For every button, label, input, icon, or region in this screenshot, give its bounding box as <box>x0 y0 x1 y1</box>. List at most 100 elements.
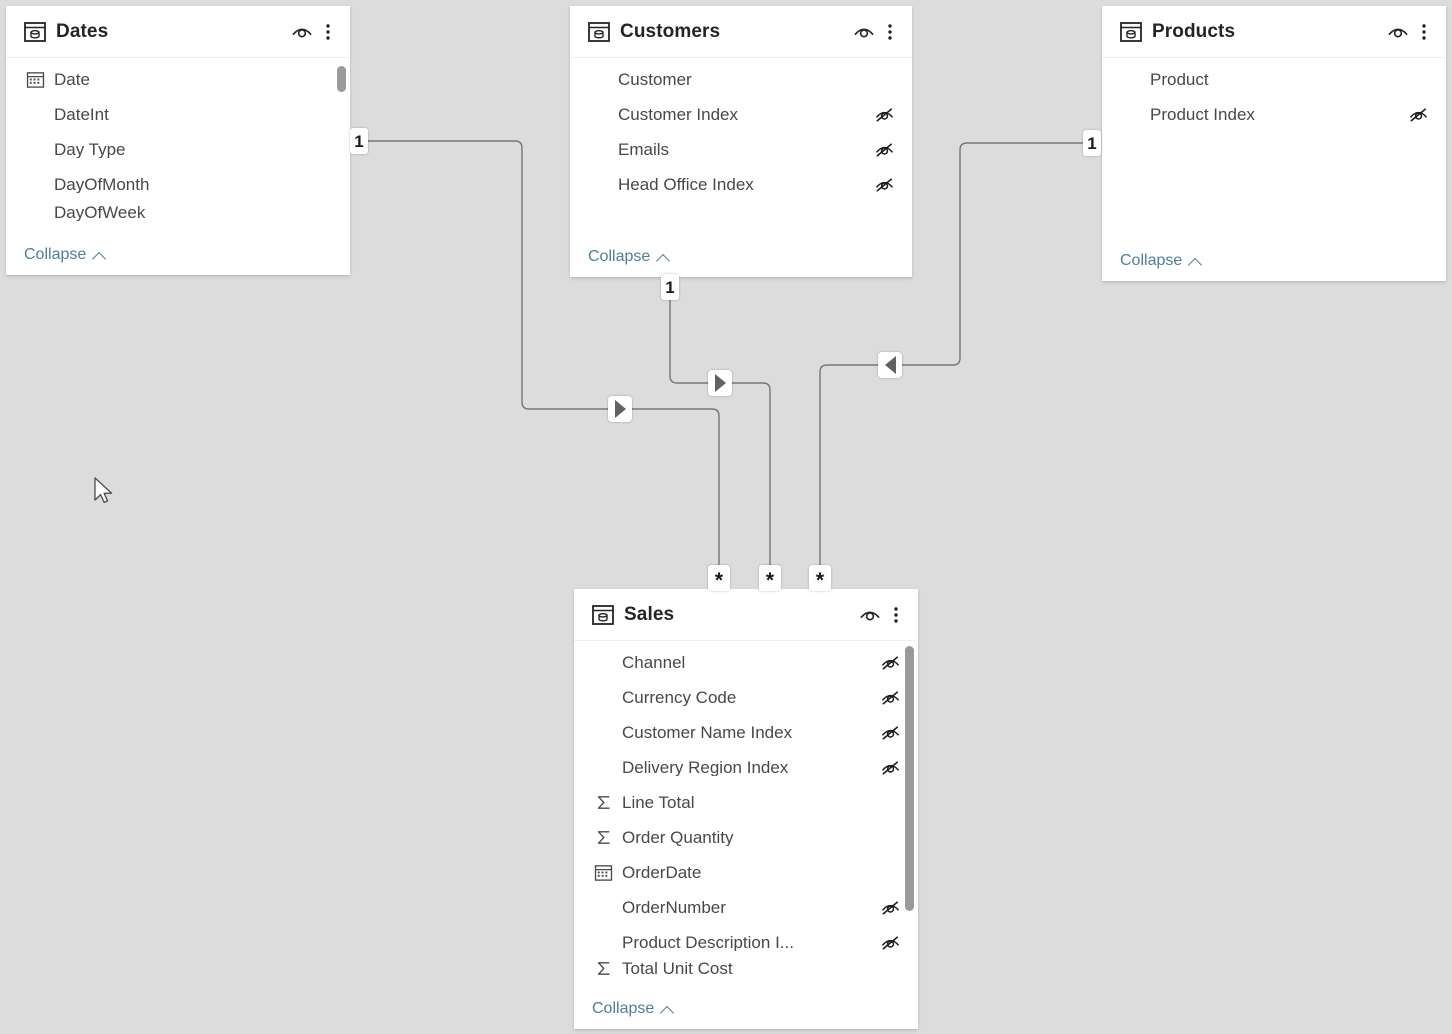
field-name: Total Unit Cost <box>622 960 733 976</box>
field-name: Line Total <box>622 794 695 811</box>
field-name: Product Index <box>1150 106 1255 123</box>
field-row[interactable]: Customer Index <box>570 97 912 132</box>
field-row[interactable]: Product <box>1102 62 1446 97</box>
relationship-line-customers-sales <box>669 296 771 570</box>
kebab-menu-icon[interactable] <box>886 601 906 629</box>
field-row[interactable]: DateInt <box>6 97 350 132</box>
field-name: OrderNumber <box>622 899 726 916</box>
table-footer-dates: Collapse <box>6 235 350 275</box>
model-view-canvas[interactable]: 1 1 1 * * * Dates Date DateInt Day Type … <box>0 0 1452 1034</box>
collapse-button-dates[interactable]: Collapse <box>24 247 106 263</box>
table-title-customers: Customers <box>620 20 721 42</box>
collapse-button-customers[interactable]: Collapse <box>588 249 670 265</box>
collapse-button-products[interactable]: Collapse <box>1120 253 1202 269</box>
field-row[interactable]: Delivery Region Index <box>574 750 918 785</box>
cardinality-badge-many-products-sales[interactable]: * <box>809 565 831 591</box>
field-name: Customer <box>618 71 692 88</box>
arrow-right-icon-dates-sales[interactable] <box>608 396 632 422</box>
arrow-left-icon-products-sales[interactable] <box>878 352 902 378</box>
field-row[interactable]: Order Quantity <box>574 820 918 855</box>
cardinality-badge-many-dates-sales[interactable]: * <box>708 565 730 591</box>
table-footer-customers: Collapse <box>570 237 912 277</box>
field-list-scrollbar-dates[interactable] <box>337 66 346 92</box>
hidden-field-icon[interactable] <box>872 174 896 196</box>
sigma-icon <box>592 792 614 814</box>
table-card-products[interactable]: Products Product Product Index Collapse <box>1102 6 1446 281</box>
collapse-label: Collapse <box>1120 252 1183 269</box>
table-icon <box>592 604 614 625</box>
field-row[interactable]: Currency Code <box>574 680 918 715</box>
hidden-field-icon[interactable] <box>878 897 902 919</box>
field-name: DateInt <box>54 106 109 123</box>
table-card-customers[interactable]: Customers Customer Customer Index Emails… <box>570 6 912 277</box>
field-row[interactable]: DayOfMonth <box>6 167 350 202</box>
eye-icon[interactable] <box>850 18 878 46</box>
field-list-dates[interactable]: Date DateInt Day Type DayOfMonth DayOfWe <box>6 58 350 235</box>
sigma-icon <box>592 827 614 849</box>
kebab-menu-icon[interactable] <box>318 18 338 46</box>
table-card-dates[interactable]: Dates Date DateInt Day Type DayOfMonth D… <box>6 6 350 275</box>
hidden-field-icon[interactable] <box>878 722 902 744</box>
table-header-dates[interactable]: Dates <box>6 6 350 58</box>
collapse-label: Collapse <box>588 248 651 265</box>
field-name: Product Description I... <box>622 934 794 951</box>
field-row[interactable]: OrderDate <box>574 855 918 890</box>
field-row[interactable]: Date <box>6 62 350 97</box>
hidden-field-icon[interactable] <box>878 932 902 954</box>
table-footer-sales: Collapse <box>574 989 918 1029</box>
chevron-up-icon <box>1189 255 1202 268</box>
table-header-customers[interactable]: Customers <box>570 6 912 58</box>
field-name: Order Quantity <box>622 829 734 846</box>
cardinality-badge-one-customers[interactable]: 1 <box>661 274 679 300</box>
field-row[interactable]: Customer Name Index <box>574 715 918 750</box>
field-row[interactable]: Customer <box>570 62 912 97</box>
field-list-scrollbar-sales[interactable] <box>905 646 914 911</box>
sigma-icon <box>592 960 614 976</box>
table-icon <box>24 21 46 42</box>
chevron-up-icon <box>657 251 670 264</box>
field-list-customers[interactable]: Customer Customer Index Emails Head Offi… <box>570 58 912 237</box>
table-card-sales[interactable]: Sales Channel Currency Code Customer Nam… <box>574 589 918 1029</box>
table-header-products[interactable]: Products <box>1102 6 1446 58</box>
calendar-icon <box>592 862 614 884</box>
collapse-label: Collapse <box>592 1000 655 1017</box>
field-row[interactable]: Product Description I... <box>574 925 918 960</box>
field-row[interactable]: Total Unit Cost <box>574 960 918 976</box>
hidden-field-icon[interactable] <box>1406 104 1430 126</box>
eye-icon[interactable] <box>1384 18 1412 46</box>
table-icon <box>1120 21 1142 42</box>
field-name: Customer Name Index <box>622 724 793 741</box>
field-list-sales[interactable]: Channel Currency Code Customer Name Inde… <box>574 641 918 989</box>
field-row[interactable]: Product Index <box>1102 97 1446 132</box>
cardinality-badge-many-customers-sales[interactable]: * <box>759 565 781 591</box>
field-row[interactable]: Day Type <box>6 132 350 167</box>
field-list-products[interactable]: Product Product Index <box>1102 58 1446 241</box>
hidden-field-icon[interactable] <box>878 757 902 779</box>
kebab-menu-icon[interactable] <box>1414 18 1434 46</box>
field-name: DayOfWeek <box>54 203 146 221</box>
hidden-field-icon[interactable] <box>872 104 896 126</box>
cardinality-badge-one-dates[interactable]: 1 <box>350 128 368 154</box>
field-row[interactable]: Line Total <box>574 785 918 820</box>
hidden-field-icon[interactable] <box>878 687 902 709</box>
eye-icon[interactable] <box>856 601 884 629</box>
eye-icon[interactable] <box>288 18 316 46</box>
field-row[interactable]: Head Office Index <box>570 167 912 202</box>
collapse-button-sales[interactable]: Collapse <box>592 1001 674 1017</box>
hidden-field-icon[interactable] <box>878 652 902 674</box>
field-row[interactable]: Channel <box>574 645 918 680</box>
field-row[interactable]: DayOfWeek <box>6 202 350 222</box>
hidden-field-icon[interactable] <box>872 139 896 161</box>
field-name: DayOfMonth <box>54 176 150 193</box>
mouse-pointer-icon <box>94 477 113 504</box>
arrow-right-icon-customers-sales[interactable] <box>708 370 732 396</box>
field-row[interactable]: OrderNumber <box>574 890 918 925</box>
cardinality-badge-one-products[interactable]: 1 <box>1083 130 1101 156</box>
table-header-sales[interactable]: Sales <box>574 589 918 641</box>
field-name: Currency Code <box>622 689 737 706</box>
field-row[interactable]: Emails <box>570 132 912 167</box>
table-title-sales: Sales <box>624 603 675 625</box>
field-name: Emails <box>618 141 670 158</box>
field-name: Customer Index <box>618 106 738 123</box>
kebab-menu-icon[interactable] <box>880 18 900 46</box>
